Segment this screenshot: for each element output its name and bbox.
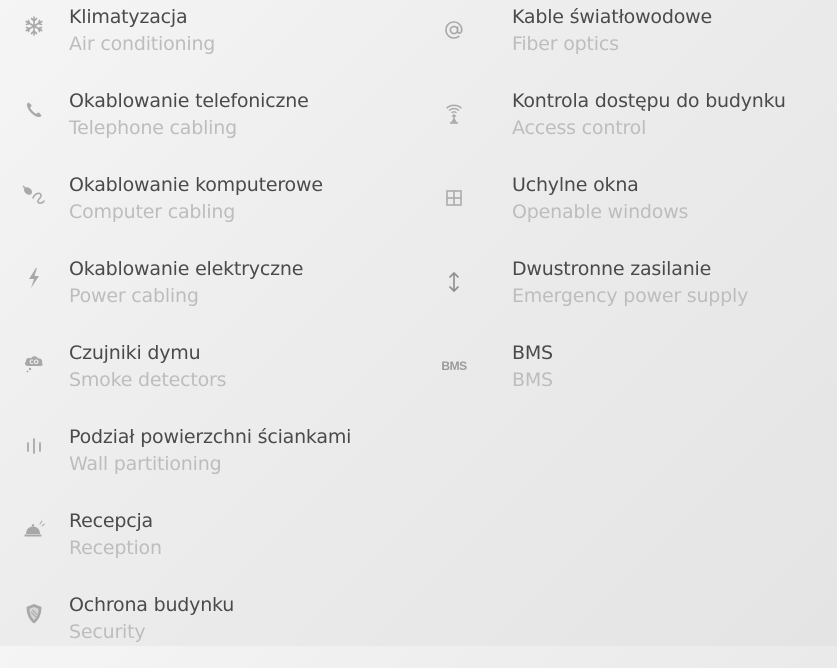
feature-subtitle: Emergency power supply [512,285,749,307]
feature-text: Uchylne okna Openable windows [512,172,688,226]
feature-title: Czujniki dymu [69,342,201,364]
feature-subtitle: Smoke detectors [69,369,227,391]
feature-title: Dwustronne zasilanie [512,258,712,280]
at-sign-icon [440,16,468,44]
feature-text: Podział powierzchni ściankami Wall parti… [69,424,351,478]
lightning-icon [20,264,48,292]
feature-subtitle: Access control [512,117,647,139]
feature-text: Kable światłowodowe Fiber optics [512,4,712,58]
feature-title: Recepcja [69,510,154,532]
snowflake-icon [20,12,48,40]
bms-icon-label: BMS [441,359,467,373]
feature-text: Klimatyzacja Air conditioning [69,4,215,58]
reception-bell-icon [20,516,48,544]
feature-subtitle: Air conditioning [69,33,216,55]
bms-icon: BMS [434,352,474,380]
feature-title: Ochrona budynku [69,594,235,616]
feature-title: Podział powierzchni ściankami [69,426,352,448]
feature-list: Klimatyzacja Air conditioning Okablowani… [0,0,837,646]
updown-arrow-icon [440,268,468,296]
feature-title: Okablowanie komputerowe [69,174,323,196]
feature-item-power-cabling: Okablowanie elektryczne Power cabling [0,252,430,332]
feature-text: Kontrola dostępu do budynku Access contr… [512,88,786,142]
feature-text: Recepcja Reception [69,508,162,562]
feature-item-computer-cabling: Okablowanie komputerowe Computer cabling [0,168,430,248]
feature-subtitle: Reception [69,537,162,559]
feature-item-smoke-detectors: CO Czujniki dymu Smoke detectors [0,336,430,416]
feature-subtitle: BMS [512,369,553,391]
feature-subtitle: Security [69,621,146,643]
shield-icon [20,600,48,628]
feature-text: Ochrona budynku Security [69,592,234,646]
feature-item-bms: BMS BMS BMS [430,336,837,416]
feature-subtitle: Computer cabling [69,201,236,223]
feature-title: Okablowanie elektryczne [69,258,304,280]
partition-icon [20,432,48,460]
feature-title: Klimatyzacja [69,6,188,28]
feature-item-fiber-optics: Kable światłowodowe Fiber optics [430,0,837,80]
feature-item-security: Ochrona budynku Security [0,588,430,668]
window-icon [440,184,468,212]
feature-title: Kable światłowodowe [512,6,712,28]
feature-item-access-control: Kontrola dostępu do budynku Access contr… [430,84,837,164]
feature-title: BMS [512,342,553,364]
feature-text: Dwustronne zasilanie Emergency power sup… [512,256,748,310]
feature-subtitle: Openable windows [512,201,689,223]
co-cloud-icon: CO [20,348,48,376]
phone-icon [20,96,48,124]
feature-subtitle: Wall partitioning [69,453,222,475]
feature-text: Okablowanie komputerowe Computer cabling [69,172,323,226]
feature-item-wall-partitioning: Podział powierzchni ściankami Wall parti… [0,420,430,500]
mouse-cable-icon [20,180,48,208]
feature-title: Okablowanie telefoniczne [69,90,309,112]
feature-subtitle: Fiber optics [512,33,619,55]
feature-subtitle: Telephone cabling [69,117,237,139]
feature-item-air-conditioning: Klimatyzacja Air conditioning [0,0,430,80]
feature-subtitle: Power cabling [69,285,199,307]
feature-title: Kontrola dostępu do budynku [512,90,786,112]
feature-text: BMS BMS [512,340,553,394]
feature-text: Czujniki dymu Smoke detectors [69,340,227,394]
feature-item-telephone-cabling: Okablowanie telefoniczne Telephone cabli… [0,84,430,164]
feature-item-reception: Recepcja Reception [0,504,430,584]
feature-text: Okablowanie telefoniczne Telephone cabli… [69,88,309,142]
svg-text:CO: CO [29,359,39,366]
feature-item-emergency-power: Dwustronne zasilanie Emergency power sup… [430,252,837,332]
antenna-icon [440,100,468,128]
feature-text: Okablowanie elektryczne Power cabling [69,256,303,310]
feature-title: Uchylne okna [512,174,639,196]
feature-item-openable-windows: Uchylne okna Openable windows [430,168,837,248]
